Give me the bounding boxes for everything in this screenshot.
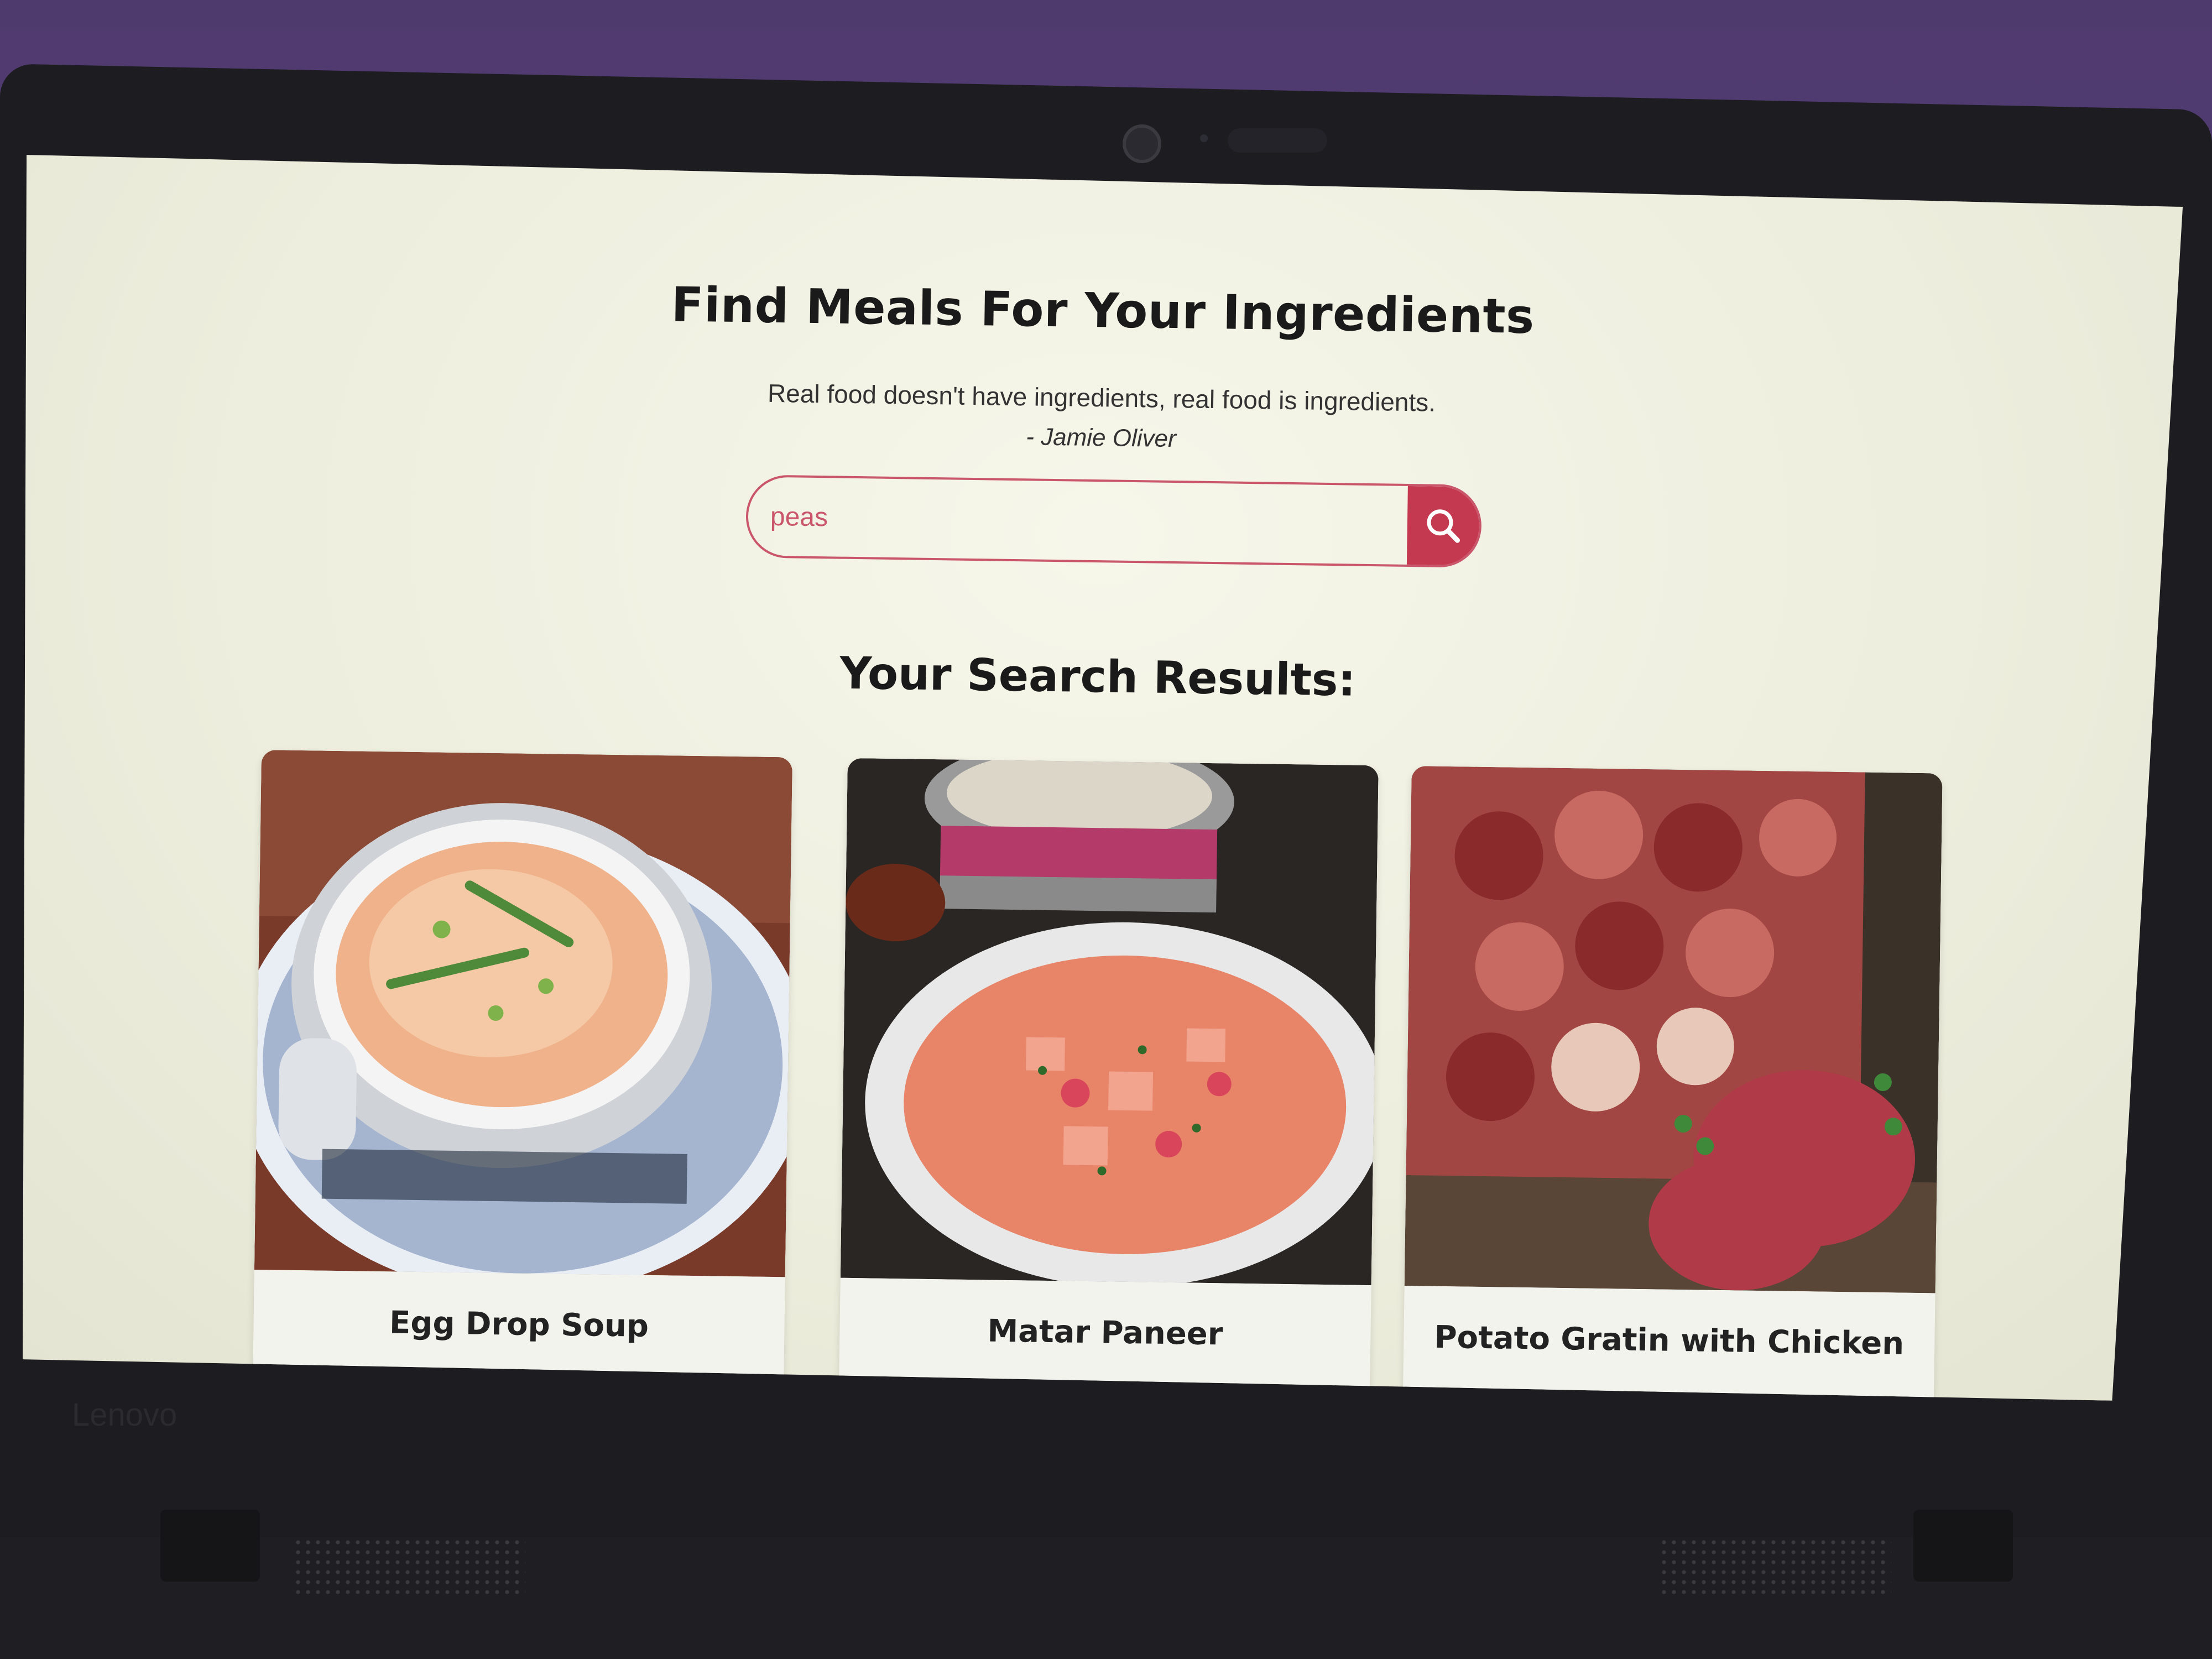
speaker-grille-right bbox=[1659, 1537, 1891, 1598]
hinge-left bbox=[160, 1510, 260, 1582]
laptop-screen: Find Meals For Your Ingredients Real foo… bbox=[9, 155, 2183, 1401]
search-icon bbox=[1421, 503, 1465, 548]
search-input[interactable] bbox=[770, 477, 1379, 564]
meal-image-egg-drop-soup bbox=[254, 750, 792, 1277]
meal-title: Potato Gratin with Chicken bbox=[1434, 1319, 1905, 1362]
meal-title: Matar Paneer bbox=[987, 1313, 1223, 1353]
laptop-brand-logo: Lenovo bbox=[72, 1397, 178, 1433]
webcam-indicator bbox=[1200, 134, 1208, 142]
hinge-right bbox=[1913, 1510, 2013, 1582]
webcam-icon bbox=[1123, 124, 1161, 163]
meal-title: Egg Drop Soup bbox=[389, 1305, 649, 1344]
search-bar bbox=[745, 474, 1482, 568]
speaker-grille-left bbox=[293, 1537, 525, 1598]
meal-card[interactable]: Egg Drop Soup bbox=[252, 750, 792, 1401]
search-button[interactable] bbox=[1407, 486, 1480, 566]
meal-image-matar-paneer bbox=[841, 758, 1379, 1285]
results-heading: Your Search Results: bbox=[839, 647, 1357, 706]
meal-card[interactable]: Potato Gratin with Chicken bbox=[1402, 766, 1943, 1401]
web-page: Find Meals For Your Ingredients Real foo… bbox=[9, 155, 2183, 1401]
meal-card[interactable]: Matar Paneer bbox=[838, 758, 1379, 1401]
page-title: Find Meals For Your Ingredients bbox=[671, 277, 1535, 345]
meal-image-potato-gratin-with-chicken bbox=[1405, 766, 1943, 1293]
webcam-sensor bbox=[1228, 128, 1327, 153]
